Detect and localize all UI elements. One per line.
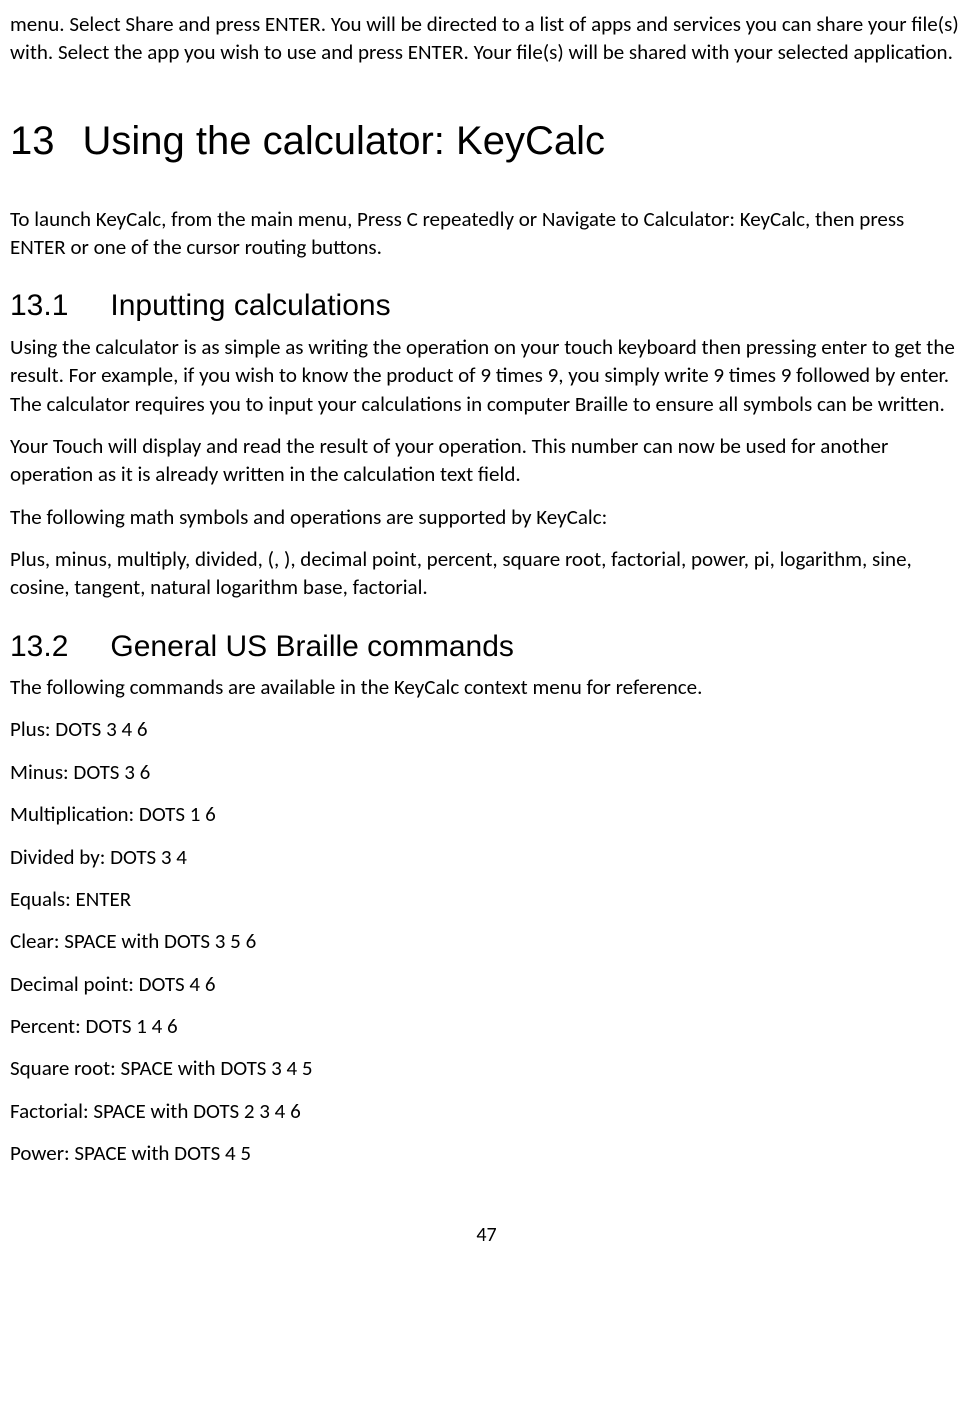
section-title: Inputting calculations bbox=[110, 289, 390, 322]
body-paragraph: The following math symbols and operation… bbox=[10, 503, 963, 531]
command-line: Percent: DOTS 1 4 6 bbox=[10, 1012, 963, 1040]
command-line: Power: SPACE with DOTS 4 5 bbox=[10, 1139, 963, 1167]
body-paragraph: Your Touch will display and read the res… bbox=[10, 432, 963, 489]
section-heading-13-2: 13.2 General US Braille commands bbox=[10, 627, 963, 668]
chapter-title: Using the calculator: KeyCalc bbox=[83, 119, 605, 163]
section-title: General US Braille commands bbox=[110, 630, 514, 663]
command-line: Decimal point: DOTS 4 6 bbox=[10, 970, 963, 998]
command-line: Factorial: SPACE with DOTS 2 3 4 6 bbox=[10, 1097, 963, 1125]
page-number: 47 bbox=[10, 1222, 963, 1249]
chapter-heading: 13 Using the calculator: KeyCalc bbox=[10, 117, 963, 165]
command-line: Multiplication: DOTS 1 6 bbox=[10, 800, 963, 828]
command-line: Equals: ENTER bbox=[10, 885, 963, 913]
command-line: Clear: SPACE with DOTS 3 5 6 bbox=[10, 927, 963, 955]
command-line: Square root: SPACE with DOTS 3 4 5 bbox=[10, 1054, 963, 1082]
body-paragraph: The following commands are available in … bbox=[10, 673, 963, 701]
command-line: Divided by: DOTS 3 4 bbox=[10, 843, 963, 871]
chapter-number: 13 bbox=[10, 117, 55, 165]
command-line: Plus: DOTS 3 4 6 bbox=[10, 715, 963, 743]
section-heading-13-1: 13.1 Inputting calculations bbox=[10, 286, 963, 327]
body-paragraph: Plus, minus, multiply, divided, (, ), de… bbox=[10, 545, 963, 602]
intro-paragraph: menu. Select Share and press ENTER. You … bbox=[10, 10, 963, 67]
section-number: 13.2 bbox=[10, 627, 68, 668]
body-paragraph: Using the calculator is as simple as wri… bbox=[10, 333, 963, 418]
launch-paragraph: To launch KeyCalc, from the main menu, P… bbox=[10, 205, 963, 262]
section-number: 13.1 bbox=[10, 286, 68, 327]
command-line: Minus: DOTS 3 6 bbox=[10, 758, 963, 786]
